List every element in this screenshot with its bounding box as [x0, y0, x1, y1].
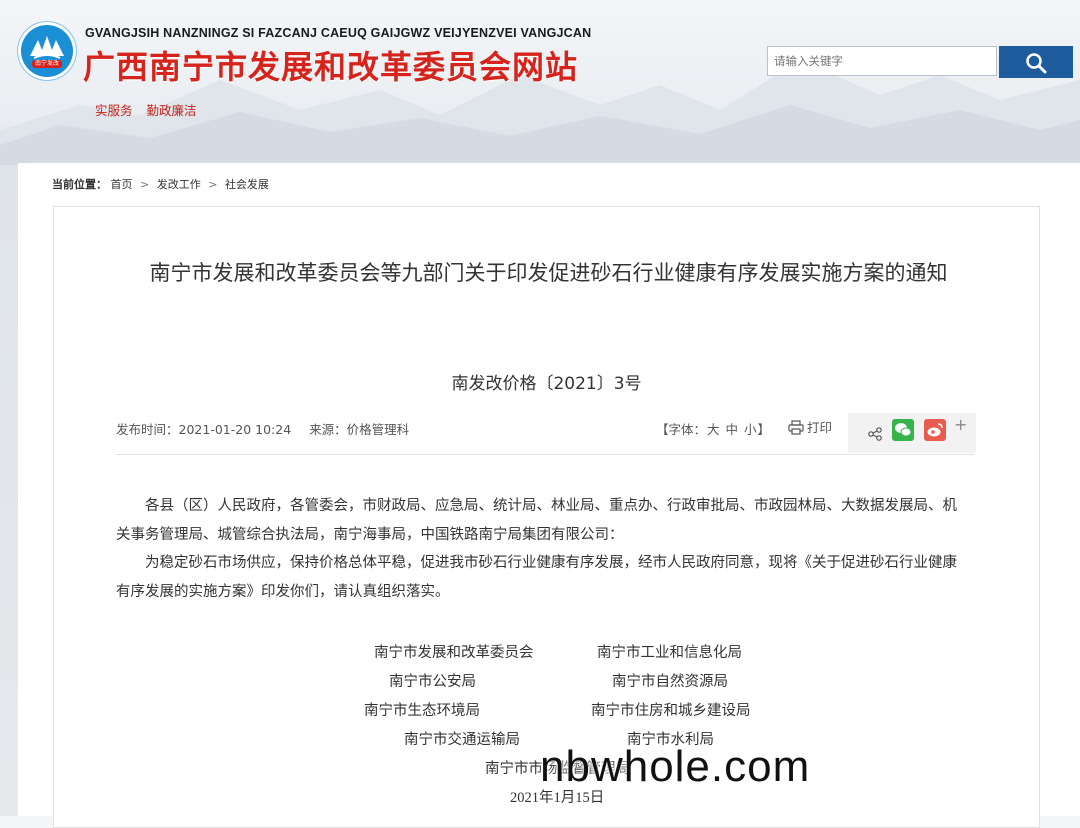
- publish-time: 发布时间：2021-01-20 10:24: [116, 422, 291, 437]
- logo-badge: 南宁发改: [32, 60, 62, 68]
- font-size-control: 【字体：大 中 小】: [656, 419, 770, 438]
- print-label: 打印: [807, 420, 833, 435]
- chevron-right-icon: >: [208, 178, 218, 191]
- issuer-item: 南宁市交通运输局: [404, 732, 520, 748]
- site-logo[interactable]: 南宁发改: [18, 22, 76, 80]
- breadcrumb-label: 当前位置：: [52, 178, 107, 191]
- font-size-close: 】: [757, 422, 771, 437]
- source-label: 来源：: [309, 422, 347, 437]
- document-number: 南发改价格〔2021〕3号: [451, 374, 642, 394]
- article-body: 各县（区）人民政府，各管委会，市财政局、应急局、统计局、林业局、重点办、行政审批…: [116, 492, 966, 606]
- article-container: 南宁市发展和改革委员会等九部门关于印发促进砂石行业健康有序发展实施方案的通知 南…: [53, 206, 1040, 828]
- search-button[interactable]: [999, 46, 1073, 78]
- weibo-glyph-icon: [927, 423, 943, 437]
- logo-emblem-icon: [30, 36, 64, 59]
- source-value: 价格管理科: [346, 422, 410, 437]
- chevron-right-icon: >: [140, 178, 150, 191]
- site-title[interactable]: 广西南宁市发展和改革委员会网站: [83, 42, 578, 88]
- meta-divider: [116, 454, 975, 455]
- font-size-label: 【字体：: [656, 422, 707, 437]
- issuer-item: 南宁市工业和信息化局: [597, 645, 742, 661]
- breadcrumb-home[interactable]: 首页: [111, 178, 133, 191]
- article-title: 南宁市发展和改革委员会等九部门关于印发促进砂石行业健康有序发展实施方案的通知: [149, 261, 948, 285]
- article-paragraph: 各县（区）人民政府，各管委会，市财政局、应急局、统计局、林业局、重点办、行政审批…: [116, 498, 957, 543]
- magnifier-icon: [1026, 53, 1047, 74]
- article-paragraph: 为稳定砂石市场供应，保持价格总体平稳，促进我市砂石行业健康有序发展，经市人民政府…: [116, 555, 957, 600]
- font-size-small[interactable]: 小: [744, 422, 757, 437]
- publish-time-value: 2021-01-20 10:24: [178, 422, 292, 437]
- site-pinyin-title: GVANGJSIH NANZNINGZ SI FAZCANJ CAEUQ GAI…: [85, 26, 592, 40]
- issuer-item: 南宁市住房和城乡建设局: [591, 703, 751, 719]
- article-meta: 发布时间：2021-01-20 10:24 来源：价格管理科: [116, 419, 423, 438]
- font-size-medium[interactable]: 中: [726, 422, 739, 437]
- breadcrumb-reform-work[interactable]: 发改工作: [157, 178, 201, 191]
- print-button[interactable]: 打印: [788, 417, 832, 436]
- weibo-icon[interactable]: [924, 419, 946, 441]
- issuer-item: 南宁市自然资源局: [612, 674, 728, 690]
- share-icon[interactable]: [868, 427, 882, 441]
- printer-icon: [788, 420, 804, 435]
- issuer-item: 南宁市发展和改革委员会: [374, 645, 534, 661]
- breadcrumb-social-development[interactable]: 社会发展: [225, 178, 269, 191]
- wechat-glyph-icon: [895, 423, 912, 437]
- breadcrumb: 当前位置： 首页 > 发改工作 > 社会发展: [52, 176, 269, 192]
- source: 来源：价格管理科: [309, 422, 409, 437]
- publish-time-label: 发布时间：: [116, 422, 179, 437]
- top-link-integrity[interactable]: 勤政廉洁: [147, 103, 197, 118]
- top-links: 实服务 勤政廉洁: [95, 100, 207, 119]
- top-link-service[interactable]: 实服务: [95, 103, 133, 118]
- wechat-icon[interactable]: [892, 419, 914, 441]
- site-header: 南宁发改 GVANGJSIH NANZNINGZ SI FAZCANJ CAEU…: [0, 0, 1080, 165]
- font-size-large[interactable]: 大: [707, 422, 720, 437]
- share-bar: +: [848, 413, 976, 453]
- issuer-item: 南宁市生态环境局: [364, 703, 480, 719]
- watermark-text: nbwhole.com: [540, 742, 811, 791]
- plus-icon[interactable]: +: [954, 415, 967, 434]
- issuer-item: 南宁市公安局: [389, 674, 476, 690]
- search-input[interactable]: [767, 46, 997, 76]
- content-panel: 当前位置： 首页 > 发改工作 > 社会发展 南宁市发展和改革委员会等九部门关于…: [18, 163, 1080, 828]
